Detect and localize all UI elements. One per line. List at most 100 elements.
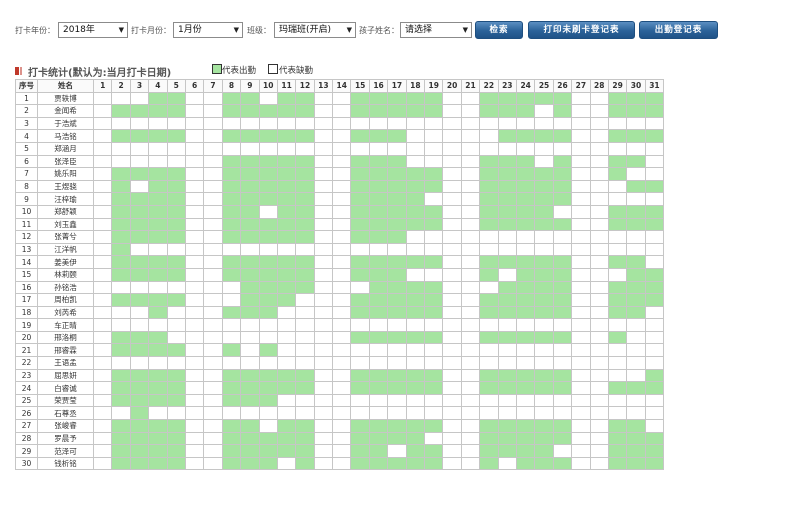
day-cell-absent xyxy=(405,267,426,282)
day-cell-present xyxy=(607,255,628,269)
day-cell-present xyxy=(148,204,168,219)
day-cell-present xyxy=(240,368,260,383)
day-cell-present xyxy=(552,419,573,433)
day-cell-absent xyxy=(148,116,168,131)
day-cell-absent xyxy=(515,356,536,370)
day-cell-absent xyxy=(240,141,260,156)
day-cell-present xyxy=(295,230,315,244)
day-cell-present xyxy=(166,431,186,446)
day-cell-present xyxy=(148,230,168,244)
day-cell-present xyxy=(479,179,499,194)
day-cell-present xyxy=(626,280,646,295)
day-cell-present xyxy=(405,280,426,295)
day-cell-present xyxy=(166,129,186,143)
day-cell-present xyxy=(424,419,444,433)
day-cell-present xyxy=(387,381,407,395)
day-cell-absent xyxy=(644,141,665,156)
day-cell-present xyxy=(387,431,407,446)
day-cell-present xyxy=(258,393,278,408)
day-cell-present xyxy=(644,217,665,232)
day-cell-absent xyxy=(405,393,426,408)
day-cell-present xyxy=(607,280,628,295)
day-cell-absent xyxy=(332,141,352,156)
day-cell-present xyxy=(148,419,168,433)
day-cell-present xyxy=(424,293,444,307)
day-cell-present xyxy=(221,381,242,395)
day-cell-present xyxy=(626,104,646,118)
day-cell-present xyxy=(405,419,426,433)
day-cell-absent xyxy=(92,179,113,194)
day-cell-absent xyxy=(626,116,646,131)
day-cell-present xyxy=(111,192,131,206)
day-cell-present xyxy=(387,255,407,269)
day-cell-absent xyxy=(184,368,205,383)
day-cell-present xyxy=(368,192,389,206)
day-cell-present xyxy=(276,368,297,383)
day-cell-present xyxy=(644,280,665,295)
day-cell-present xyxy=(258,293,278,307)
row-index: 6 xyxy=(15,154,38,169)
day-cell-present xyxy=(552,129,573,143)
day-cell-present xyxy=(644,104,665,118)
table-row: 30 钱析铭 xyxy=(15,456,665,471)
day-cell-absent xyxy=(442,141,462,156)
day-cell-present xyxy=(258,444,278,458)
day-cell-present xyxy=(295,154,315,169)
day-cell-present xyxy=(497,381,517,395)
day-cell-present xyxy=(534,192,554,206)
day-cell-present xyxy=(240,230,260,244)
day-cell-absent xyxy=(92,356,113,370)
day-cell-absent xyxy=(644,356,665,370)
day-cell-absent xyxy=(589,406,609,421)
day-cell-absent xyxy=(387,242,407,257)
row-index: 22 xyxy=(15,356,38,370)
day-cell-absent xyxy=(571,305,591,320)
day-cell-absent xyxy=(442,444,462,458)
day-cell-absent xyxy=(184,330,205,345)
day-cell-absent xyxy=(258,141,278,156)
attendance-register-button[interactable]: 出勤登记表 xyxy=(639,21,718,39)
print-missing-button[interactable]: 打印未刷卡登记表 xyxy=(528,21,635,39)
day-cell-absent xyxy=(184,116,205,131)
day-cell-present xyxy=(368,255,389,269)
day-cell-absent xyxy=(405,406,426,421)
header-day: 10 xyxy=(258,79,278,93)
day-cell-absent xyxy=(479,280,499,295)
day-cell-present xyxy=(552,192,573,206)
day-cell-present xyxy=(479,456,499,471)
day-cell-absent xyxy=(332,381,352,395)
day-cell-present xyxy=(515,217,536,232)
legend-absent-swatch xyxy=(268,64,278,74)
day-cell-present xyxy=(295,381,315,395)
day-cell-absent xyxy=(295,242,315,257)
day-cell-present xyxy=(276,431,297,446)
legend-present-swatch xyxy=(212,64,222,74)
day-cell-absent xyxy=(479,242,499,257)
day-cell-absent xyxy=(166,318,186,332)
child-select[interactable]: 请选择 ▼ xyxy=(400,22,472,38)
day-cell-present xyxy=(221,167,242,181)
day-cell-present xyxy=(479,204,499,219)
header-day: 3 xyxy=(129,79,150,93)
day-cell-absent xyxy=(203,116,223,131)
year-select[interactable]: 2018年 ▼ xyxy=(58,22,128,38)
day-cell-absent xyxy=(148,154,168,169)
search-button[interactable]: 检索 xyxy=(475,21,523,39)
day-cell-absent xyxy=(460,255,481,269)
day-cell-absent xyxy=(626,167,646,181)
month-select[interactable]: 1月份 ▼ xyxy=(173,22,243,38)
day-cell-present xyxy=(129,129,150,143)
day-cell-absent xyxy=(460,141,481,156)
header-day: 23 xyxy=(497,79,517,93)
class-select[interactable]: 玛瑞班(开启) ▼ xyxy=(274,22,356,38)
day-cell-present xyxy=(405,293,426,307)
day-cell-absent xyxy=(607,141,628,156)
day-cell-present xyxy=(240,104,260,118)
table-row: 8 王煜骁 xyxy=(15,179,665,194)
day-cell-absent xyxy=(626,393,646,408)
day-cell-present xyxy=(387,91,407,106)
day-cell-present xyxy=(607,330,628,345)
day-cell-absent xyxy=(442,381,462,395)
day-cell-present xyxy=(240,419,260,433)
row-index: 2 xyxy=(15,104,38,118)
